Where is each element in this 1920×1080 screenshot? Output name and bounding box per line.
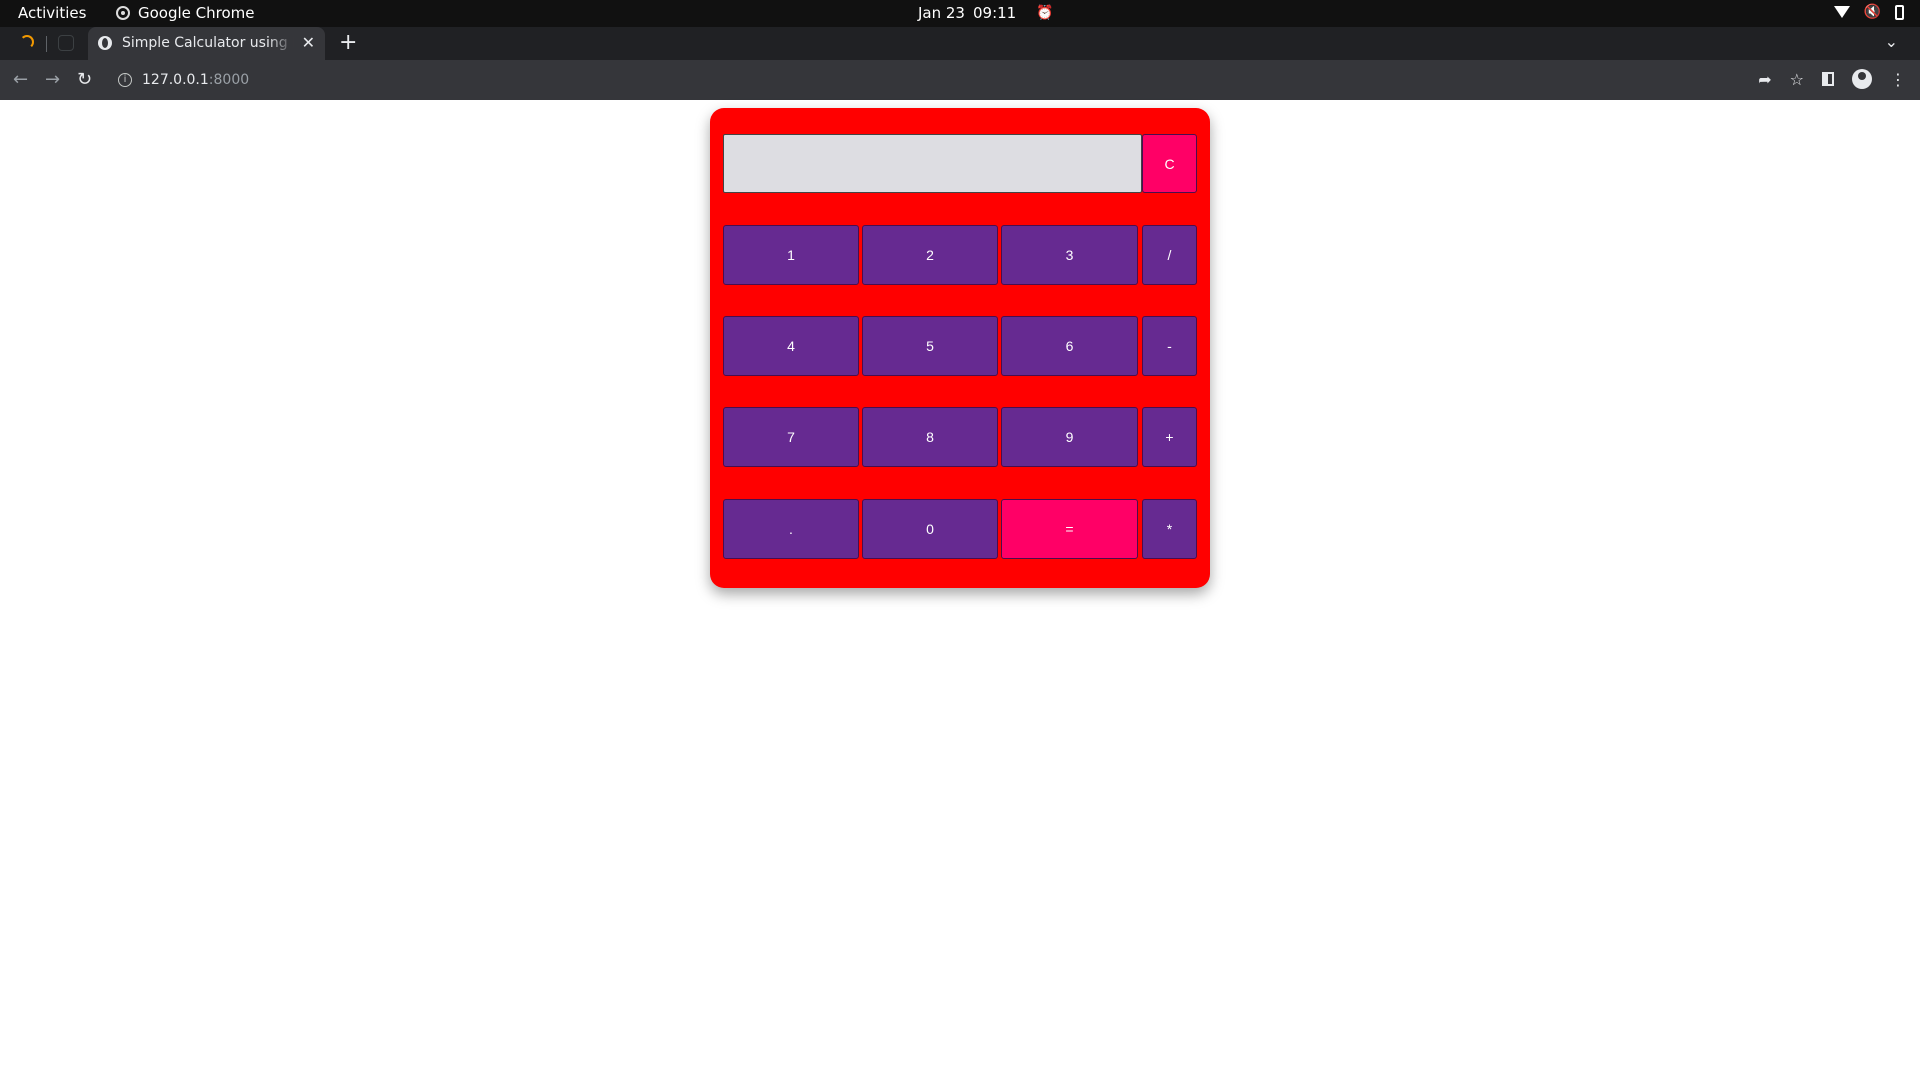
url-port: :8000 (208, 72, 250, 88)
share-icon[interactable]: ➦ (1758, 70, 1771, 89)
volume-muted-icon: 🔇 (1863, 4, 1881, 20)
equals-button[interactable]: = (1001, 499, 1138, 559)
calculator: C 1 2 3/ 4 5 6- 7 8 9 +. 0 = * (710, 108, 1210, 588)
digit-2-button[interactable]: 2 (862, 225, 998, 285)
app-name: Google Chrome (138, 4, 255, 22)
digit-7-button[interactable]: 7 (723, 407, 859, 467)
loading-icon (20, 35, 34, 49)
tab-search-chevron-icon[interactable]: ⌄ (1885, 32, 1898, 51)
side-panel-icon[interactable] (1822, 72, 1834, 86)
tab-close-icon[interactable]: ✕ (302, 33, 315, 52)
decimal-button[interactable]: . (723, 499, 859, 559)
globe-icon (98, 36, 112, 50)
forward-arrow-icon[interactable]: → (45, 69, 60, 90)
system-tray[interactable]: 🔇 (1833, 4, 1904, 20)
reload-icon[interactable]: ↻ (77, 69, 92, 90)
clock-date: Jan 23 (918, 4, 965, 22)
tab-group-icon[interactable] (58, 35, 74, 51)
kebab-menu-icon[interactable]: ⋮ (1890, 70, 1906, 89)
tab-separator (46, 36, 47, 52)
address-bar[interactable]: i 127.0.0.1 :8000 (108, 65, 1768, 95)
multiply-button[interactable]: * (1142, 499, 1197, 559)
toolbar-actions: ➦ ☆ ⋮ (1758, 69, 1906, 89)
tab-strip: Simple Calculator using HTML ✕ + ⌄ (0, 27, 1920, 60)
browser-toolbar: ← → ↻ i 127.0.0.1 :8000 ➦ ☆ ⋮ (0, 60, 1920, 100)
tab-title: Simple Calculator using HTML (122, 35, 294, 51)
digit-6-button[interactable]: 6 (1001, 316, 1138, 376)
site-info-icon[interactable]: i (118, 73, 132, 87)
new-tab-button[interactable]: + (339, 30, 357, 55)
clock-time: 09:11 (972, 4, 1017, 22)
url-host: 127.0.0.1 (142, 72, 209, 88)
app-menu[interactable]: Google Chrome (116, 4, 255, 22)
system-top-bar: Activities Google Chrome Jan 23 09:11 ⏰ … (0, 0, 1920, 27)
digit-3-button[interactable]: 3 (1001, 225, 1138, 285)
chrome-icon (116, 6, 130, 20)
digit-4-button[interactable]: 4 (723, 316, 859, 376)
activities-button[interactable]: Activities (18, 4, 86, 22)
divide-button[interactable]: / (1142, 225, 1197, 285)
clear-button[interactable]: C (1142, 134, 1197, 193)
calculator-display[interactable] (723, 134, 1142, 193)
digit-0-button[interactable]: 0 (862, 499, 998, 559)
back-arrow-icon[interactable]: ← (13, 69, 28, 90)
bookmark-star-icon[interactable]: ☆ (1790, 70, 1804, 89)
wifi-icon (1833, 6, 1850, 18)
clock[interactable]: Jan 23 09:11 ⏰ (918, 4, 1054, 22)
add-button[interactable]: + (1142, 407, 1197, 467)
digit-8-button[interactable]: 8 (862, 407, 998, 467)
digit-1-button[interactable]: 1 (723, 225, 859, 285)
active-tab[interactable]: Simple Calculator using HTML ✕ (88, 27, 325, 60)
battery-icon (1895, 4, 1904, 20)
profile-avatar-icon[interactable] (1852, 69, 1872, 89)
digit-9-button[interactable]: 9 (1001, 407, 1138, 467)
subtract-button[interactable]: - (1142, 316, 1197, 376)
digit-5-button[interactable]: 5 (862, 316, 998, 376)
alarm-icon: ⏰ (1036, 5, 1054, 21)
